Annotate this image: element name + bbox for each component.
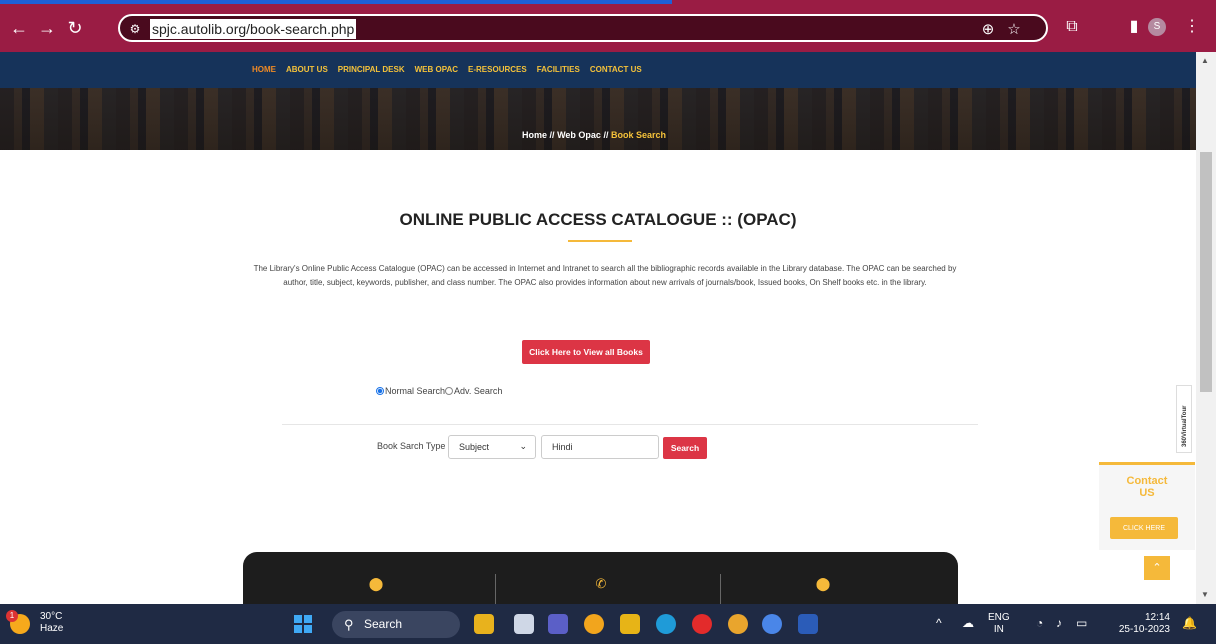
page-scrollbar[interactable]: ▲ ▼ xyxy=(1196,52,1216,604)
file-explorer-icon[interactable] xyxy=(620,614,640,634)
contact-widget-title: Contact US xyxy=(1099,475,1195,499)
opera-browser-icon[interactable] xyxy=(692,614,712,634)
battery-icon[interactable]: ▭ xyxy=(1076,616,1087,630)
section-divider xyxy=(282,424,978,425)
weather-temp: 30°C xyxy=(40,611,63,622)
title-underline xyxy=(568,240,632,242)
notification-bell-icon[interactable]: 🔔 xyxy=(1182,616,1197,630)
clock-date: 25-10-2023 xyxy=(1118,624,1170,635)
location-pin-icon: ⬤ xyxy=(368,576,384,591)
footer-contact-card: ⬤ ✆ ⬤ xyxy=(243,552,958,604)
banner-overlay xyxy=(0,88,1196,150)
volume-icon[interactable]: ♪ xyxy=(1056,616,1062,630)
weather-widget[interactable]: 30°C Haze xyxy=(40,611,63,635)
address-bar[interactable]: ⚙ spjc.autolib.org/book-search.php ⊕ ☆ xyxy=(118,14,1048,42)
search-type-value: Subject xyxy=(459,442,490,452)
virtual-tour-tab[interactable]: 360VirtualTour xyxy=(1176,385,1192,453)
edge-browser-icon[interactable] xyxy=(656,614,676,634)
weather-sun-icon[interactable]: 1 xyxy=(6,610,30,634)
chevron-up-icon[interactable]: ⌃ xyxy=(1144,556,1170,580)
contact-title-line1: Contact xyxy=(1126,475,1168,487)
forward-arrow-icon[interactable]: → xyxy=(34,15,60,41)
virtual-tour-label: 360VirtualTour xyxy=(1182,405,1188,447)
back-arrow-icon[interactable]: ← xyxy=(6,15,32,41)
zoom-icon[interactable]: ⊕ xyxy=(978,20,998,40)
view-all-books-button[interactable]: Click Here to View all Books xyxy=(522,340,650,364)
bookmark-star-icon[interactable]: ☆ xyxy=(1004,20,1024,40)
contact-title-line2: US xyxy=(1139,487,1155,499)
taskbar-search[interactable]: ⚲ Search xyxy=(332,611,460,638)
breadcrumb: Home // Web Opac // Book Search xyxy=(522,130,666,140)
footer-separator xyxy=(720,574,721,604)
nav-item-web-opac[interactable]: WEB OPAC xyxy=(415,65,458,74)
breadcrumb-home[interactable]: Home xyxy=(522,130,547,140)
nav-item-about-us[interactable]: ABOUT US xyxy=(286,65,328,74)
sidebar-icon[interactable]: ▮ xyxy=(1122,15,1146,39)
scroll-up-arrow-icon[interactable]: ▲ xyxy=(1201,56,1209,65)
contact-click-here-button[interactable]: CLICK HERE xyxy=(1110,517,1178,539)
nav-item-facilities[interactable]: FACILITIES xyxy=(537,65,580,74)
intro-paragraph: The Library's Online Public Access Catal… xyxy=(253,264,957,287)
chevron-down-icon: ⌄ xyxy=(519,441,527,451)
wifi-icon[interactable]: ◔ xyxy=(1036,616,1043,630)
location-pin-icon: ⬤ xyxy=(815,576,831,591)
language-code: ENG xyxy=(988,612,1010,623)
widgets-app-icon[interactable] xyxy=(474,614,494,634)
tab-strip-highlight xyxy=(0,0,672,4)
clock-time: 12:14 xyxy=(1144,612,1170,623)
search-mode-group: Normal Search Adv. Search xyxy=(376,386,502,396)
chat-app-icon[interactable] xyxy=(548,614,568,634)
taskbar-search-label: Search xyxy=(364,617,403,631)
site-info-icon[interactable]: ⚙ xyxy=(126,20,144,38)
browser-toolbar: ← → ↻ ⚙ spjc.autolib.org/book-search.php… xyxy=(0,0,1216,52)
contact-widget: Contact US CLICK HERE xyxy=(1099,462,1195,550)
extensions-puzzle-icon[interactable]: ⧉ xyxy=(1060,15,1084,39)
adv-search-label[interactable]: Adv. Search xyxy=(454,386,502,396)
profile-avatar[interactable]: S xyxy=(1148,18,1166,36)
network-alert-icon[interactable]: ☁ xyxy=(962,616,974,630)
chrome-app-icon[interactable] xyxy=(584,614,604,634)
normal-search-radio[interactable] xyxy=(376,387,384,395)
clock[interactable]: 12:14 25-10-2023 xyxy=(1108,612,1170,636)
weather-desc: Haze xyxy=(40,623,64,634)
adv-search-radio[interactable] xyxy=(445,387,454,395)
nav-item-contact-us[interactable]: CONTACT US xyxy=(590,65,642,74)
search-button[interactable]: Search xyxy=(663,437,707,459)
nav-item-e-resources[interactable]: E-RESOURCES xyxy=(468,65,527,74)
windows-taskbar: 1 30°C Haze ⚲ Search ^ ☁ ENG IN ◔ ♪ ▭ 12… xyxy=(0,604,1216,644)
breadcrumb-web-opac[interactable]: Web Opac xyxy=(557,130,601,140)
kebab-menu-icon[interactable]: ⋮ xyxy=(1180,15,1204,39)
reload-icon[interactable]: ↻ xyxy=(62,15,88,41)
task-view-icon[interactable] xyxy=(514,614,534,634)
chrome-profile-icon[interactable] xyxy=(728,614,748,634)
search-type-select[interactable]: Subject ⌄ xyxy=(448,435,536,459)
page-banner: Home // Web Opac // Book Search xyxy=(0,88,1196,150)
breadcrumb-separator: // xyxy=(549,130,555,140)
nav-item-principal-desk[interactable]: PRINCIPAL DESK xyxy=(338,65,405,74)
page-title: ONLINE PUBLIC ACCESS CATALOGUE :: (OPAC) xyxy=(399,210,797,229)
word-app-icon[interactable] xyxy=(798,614,818,634)
chrome-active-icon[interactable] xyxy=(762,614,782,634)
normal-search-label[interactable]: Normal Search xyxy=(385,386,445,396)
search-icon: ⚲ xyxy=(344,617,354,632)
footer-separator xyxy=(495,574,496,604)
site-navigation: HOME ABOUT US PRINCIPAL DESK WEB OPAC E-… xyxy=(0,52,1196,88)
url-text[interactable]: spjc.autolib.org/book-search.php xyxy=(150,19,357,39)
language-indicator[interactable]: ENG IN xyxy=(988,612,1010,636)
weather-badge: 1 xyxy=(6,610,18,622)
phone-icon: ✆ xyxy=(595,576,607,591)
tray-chevron-up-icon[interactable]: ^ xyxy=(936,616,942,630)
region-code: IN xyxy=(993,624,1004,635)
scroll-thumb[interactable] xyxy=(1200,152,1212,392)
breadcrumb-separator: // xyxy=(603,130,609,140)
search-type-label: Book Sarch Type xyxy=(377,441,446,451)
windows-start-icon[interactable] xyxy=(294,615,312,633)
search-input[interactable] xyxy=(541,435,659,459)
nav-item-home[interactable]: HOME xyxy=(252,65,276,74)
breadcrumb-current: Book Search xyxy=(610,130,666,140)
scroll-down-arrow-icon[interactable]: ▼ xyxy=(1201,590,1209,599)
